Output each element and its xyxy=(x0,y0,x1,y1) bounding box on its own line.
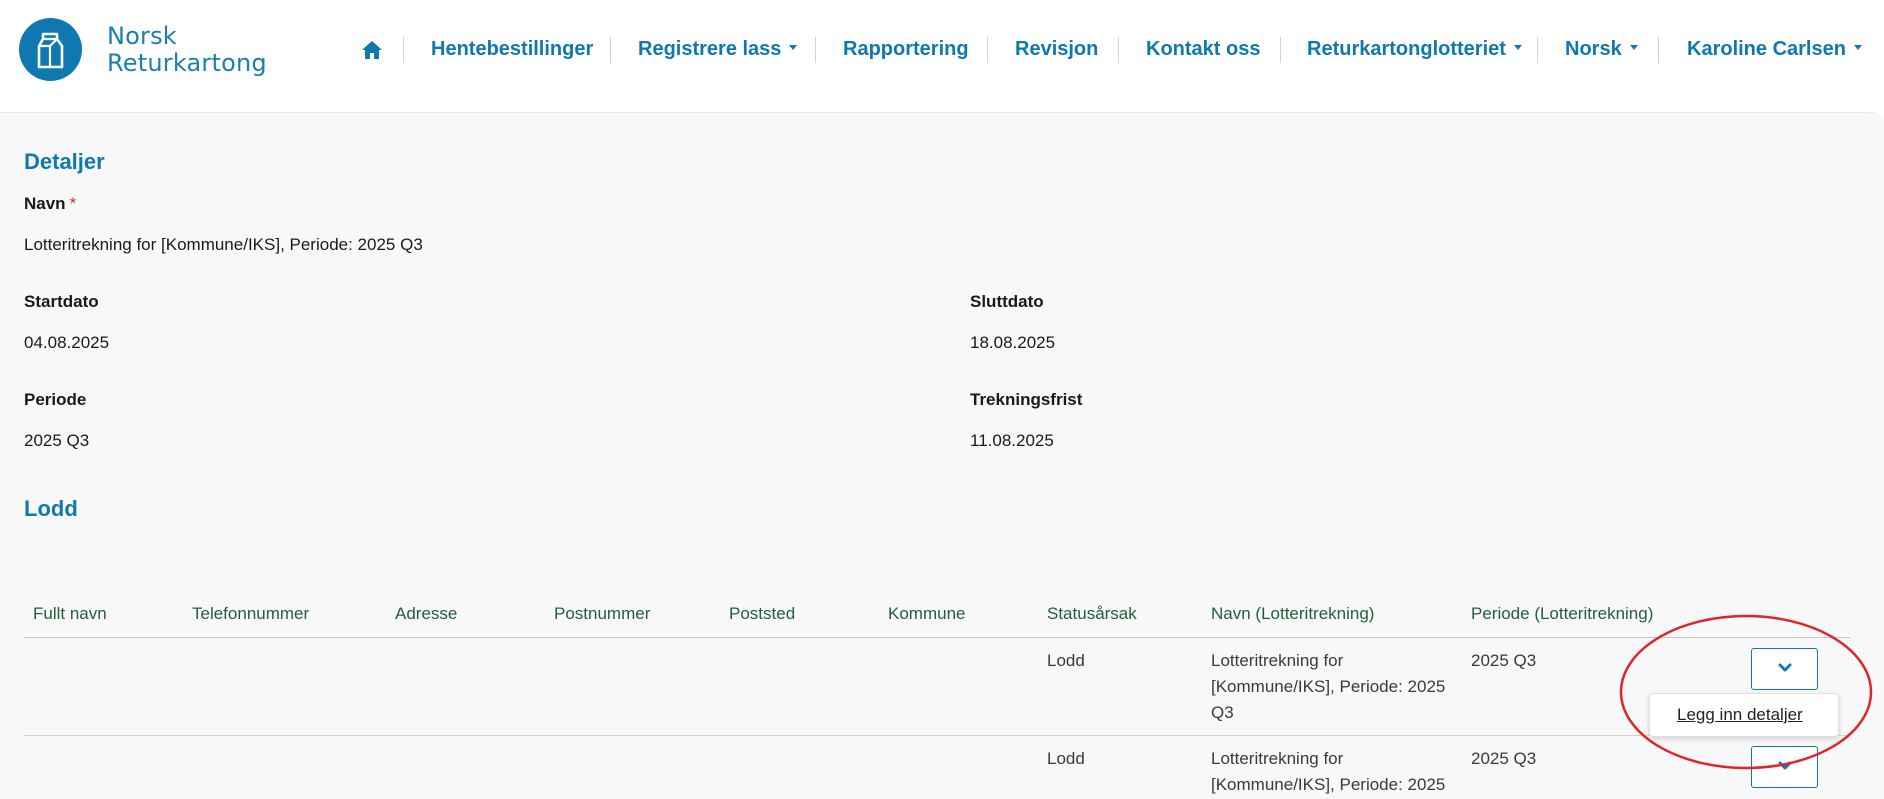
cell-periode: 2025 Q3 xyxy=(1471,749,1537,768)
nav-revisjon-label: Revisjon xyxy=(1015,38,1099,60)
column-header-postnummer[interactable]: Postnummer xyxy=(554,604,650,624)
nav-separator xyxy=(987,37,988,63)
nav-separator xyxy=(1280,37,1281,63)
top-header: Norsk Returkartong Hentebestillinger Reg… xyxy=(0,0,1884,112)
nav-kontakt-oss-label: Kontakt oss xyxy=(1146,38,1261,60)
nav-separator xyxy=(1658,37,1659,63)
navn-label-text: Navn xyxy=(24,194,66,213)
sluttdato-label: Sluttdato xyxy=(970,292,1044,311)
legg-inn-detaljer-link[interactable]: Legg inn detaljer xyxy=(1677,705,1803,725)
nav-separator xyxy=(403,37,404,63)
column-header-kommune[interactable]: Kommune xyxy=(888,604,965,624)
required-marker: * xyxy=(69,194,77,213)
cell-navn-line1: Lotteritrekning for xyxy=(1211,651,1344,670)
navn-label: Navn * xyxy=(24,194,76,214)
nav-rapportering[interactable]: Rapportering xyxy=(843,38,969,61)
cell-statusarsak: Lodd xyxy=(1047,651,1085,670)
trekningsfrist-label: Trekningsfrist xyxy=(970,390,1083,409)
caret-down-icon xyxy=(1853,45,1862,51)
main-content: Detaljer Navn * Lotteritrekning for [Komm… xyxy=(0,112,1884,799)
logo-text: Norsk Returkartong xyxy=(107,21,267,77)
column-header-telefonnummer[interactable]: Telefonnummer xyxy=(192,604,309,624)
nav-hentebestillinger[interactable]: Hentebestillinger xyxy=(431,38,593,61)
caret-down-icon xyxy=(789,45,798,51)
cell-navn-lotteritrekning: Lotteritrekning for [Kommune/IKS], Perio… xyxy=(1211,648,1461,726)
startdato-value: 04.08.2025 xyxy=(24,333,110,352)
row-divider xyxy=(24,735,1850,736)
column-header-poststed[interactable]: Poststed xyxy=(729,604,795,624)
details-title: Detaljer xyxy=(24,149,105,174)
nav-separator xyxy=(815,37,816,63)
nav-user-name: Karoline Carlsen xyxy=(1687,38,1846,60)
cell-navn-line2: [Kommune/IKS], Periode: 2025 xyxy=(1211,677,1446,696)
nav-registrere-lass[interactable]: Registrere lass xyxy=(638,38,798,61)
row-expand-button[interactable] xyxy=(1751,746,1818,788)
column-header-periode-lotteritrekning[interactable]: Periode (Lotteritrekning) xyxy=(1471,604,1653,624)
cell-navn-line2: [Kommune/IKS], Periode: 2025 xyxy=(1211,775,1446,794)
nav-separator xyxy=(1537,37,1538,63)
nav-returkartonglotteriet[interactable]: Returkartonglotteriet xyxy=(1307,38,1522,61)
milk-carton-icon xyxy=(19,18,82,81)
column-header-statusarsak[interactable]: Statusårsak xyxy=(1047,604,1137,624)
logo-line2: Returkartong xyxy=(107,48,267,77)
caret-down-icon xyxy=(1629,45,1638,51)
cell-navn-line3: Q3 xyxy=(1211,703,1234,722)
cell-periode: 2025 Q3 xyxy=(1471,651,1537,670)
nav-revisjon[interactable]: Revisjon xyxy=(1015,38,1098,61)
nav-user-menu[interactable]: Karoline Carlsen xyxy=(1687,38,1862,61)
nav-rapportering-label: Rapportering xyxy=(843,38,969,60)
column-header-adresse[interactable]: Adresse xyxy=(395,604,457,624)
caret-down-icon xyxy=(1513,45,1522,51)
trekningsfrist-value: 11.08.2025 xyxy=(970,431,1054,450)
logo[interactable]: Norsk Returkartong xyxy=(19,18,267,81)
nav-registrere-lass-label: Registrere lass xyxy=(638,38,782,60)
column-header-fullt-navn[interactable]: Fullt navn xyxy=(33,604,107,624)
chevron-down-icon xyxy=(1778,663,1792,672)
logo-line1: Norsk xyxy=(107,21,177,50)
lodd-title: Lodd xyxy=(24,496,78,521)
navn-value: Lotteritrekning for [Kommune/IKS], Perio… xyxy=(24,235,423,254)
nav-kontakt-oss[interactable]: Kontakt oss xyxy=(1146,38,1260,61)
nav-language-label: Norsk xyxy=(1565,38,1622,60)
cell-statusarsak: Lodd xyxy=(1047,749,1085,768)
row-action-popup: Legg inn detaljer xyxy=(1649,693,1839,737)
periode-value: 2025 Q3 xyxy=(24,431,90,450)
cell-navn-line1: Lotteritrekning for xyxy=(1211,749,1344,768)
table-header-divider xyxy=(24,637,1850,638)
home-icon[interactable] xyxy=(360,38,384,62)
chevron-down-icon xyxy=(1778,761,1792,770)
cell-navn-lotteritrekning: Lotteritrekning for [Kommune/IKS], Perio… xyxy=(1211,746,1461,798)
nav-hentebestillinger-label: Hentebestillinger xyxy=(431,38,594,60)
sluttdato-value: 18.08.2025 xyxy=(970,333,1056,352)
nav-separator xyxy=(610,37,611,63)
nav-language[interactable]: Norsk xyxy=(1565,38,1638,61)
periode-label: Periode xyxy=(24,390,87,409)
nav-separator xyxy=(1118,37,1119,63)
startdato-label: Startdato xyxy=(24,292,99,311)
row-expand-button[interactable] xyxy=(1751,648,1818,690)
column-header-navn-lotteritrekning[interactable]: Navn (Lotteritrekning) xyxy=(1211,604,1374,624)
nav-returkartonglotteriet-label: Returkartonglotteriet xyxy=(1307,38,1506,60)
